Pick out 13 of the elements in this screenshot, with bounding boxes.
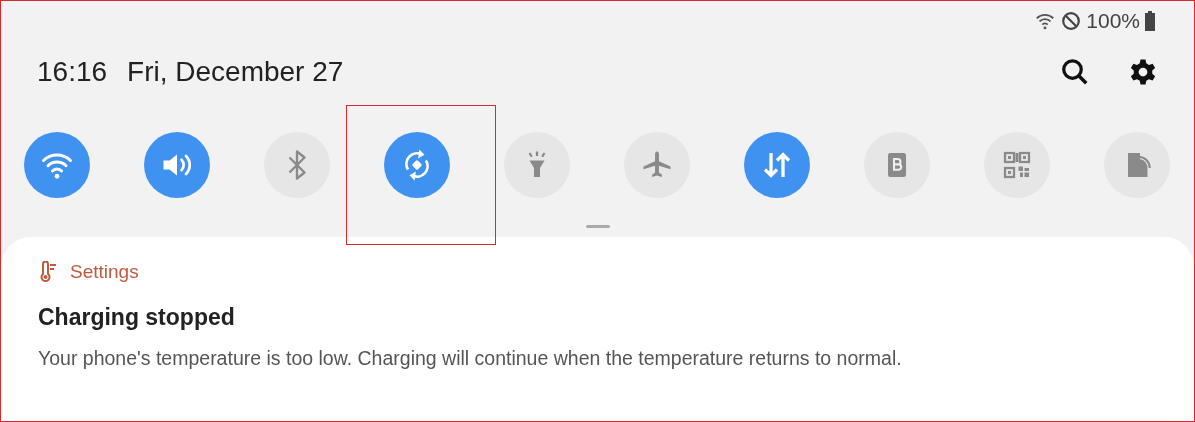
battery-icon <box>1144 10 1156 32</box>
drag-handle[interactable] <box>585 225 610 228</box>
date-text: Fri, December 27 <box>127 56 345 88</box>
battery-percentage: 100% <box>1086 9 1140 33</box>
clock-time: 16:16 <box>37 56 108 88</box>
app-name: Settings <box>70 261 139 283</box>
notification-card[interactable]: Settings Charging stopped Your phone's temperature is too low. Charging will continue when the temperature returns to normal. <box>1 237 1194 421</box>
do-not-disturb-icon <box>1060 10 1083 32</box>
settings-button[interactable] <box>1128 57 1158 87</box>
notification-title: Charging stopped <box>38 304 236 331</box>
notification-text: Your phone's temperature is too low. Charging will continue when the temperature returns to normal. <box>38 347 903 370</box>
search-button[interactable] <box>1060 57 1090 87</box>
thermometer-icon <box>40 261 58 283</box>
